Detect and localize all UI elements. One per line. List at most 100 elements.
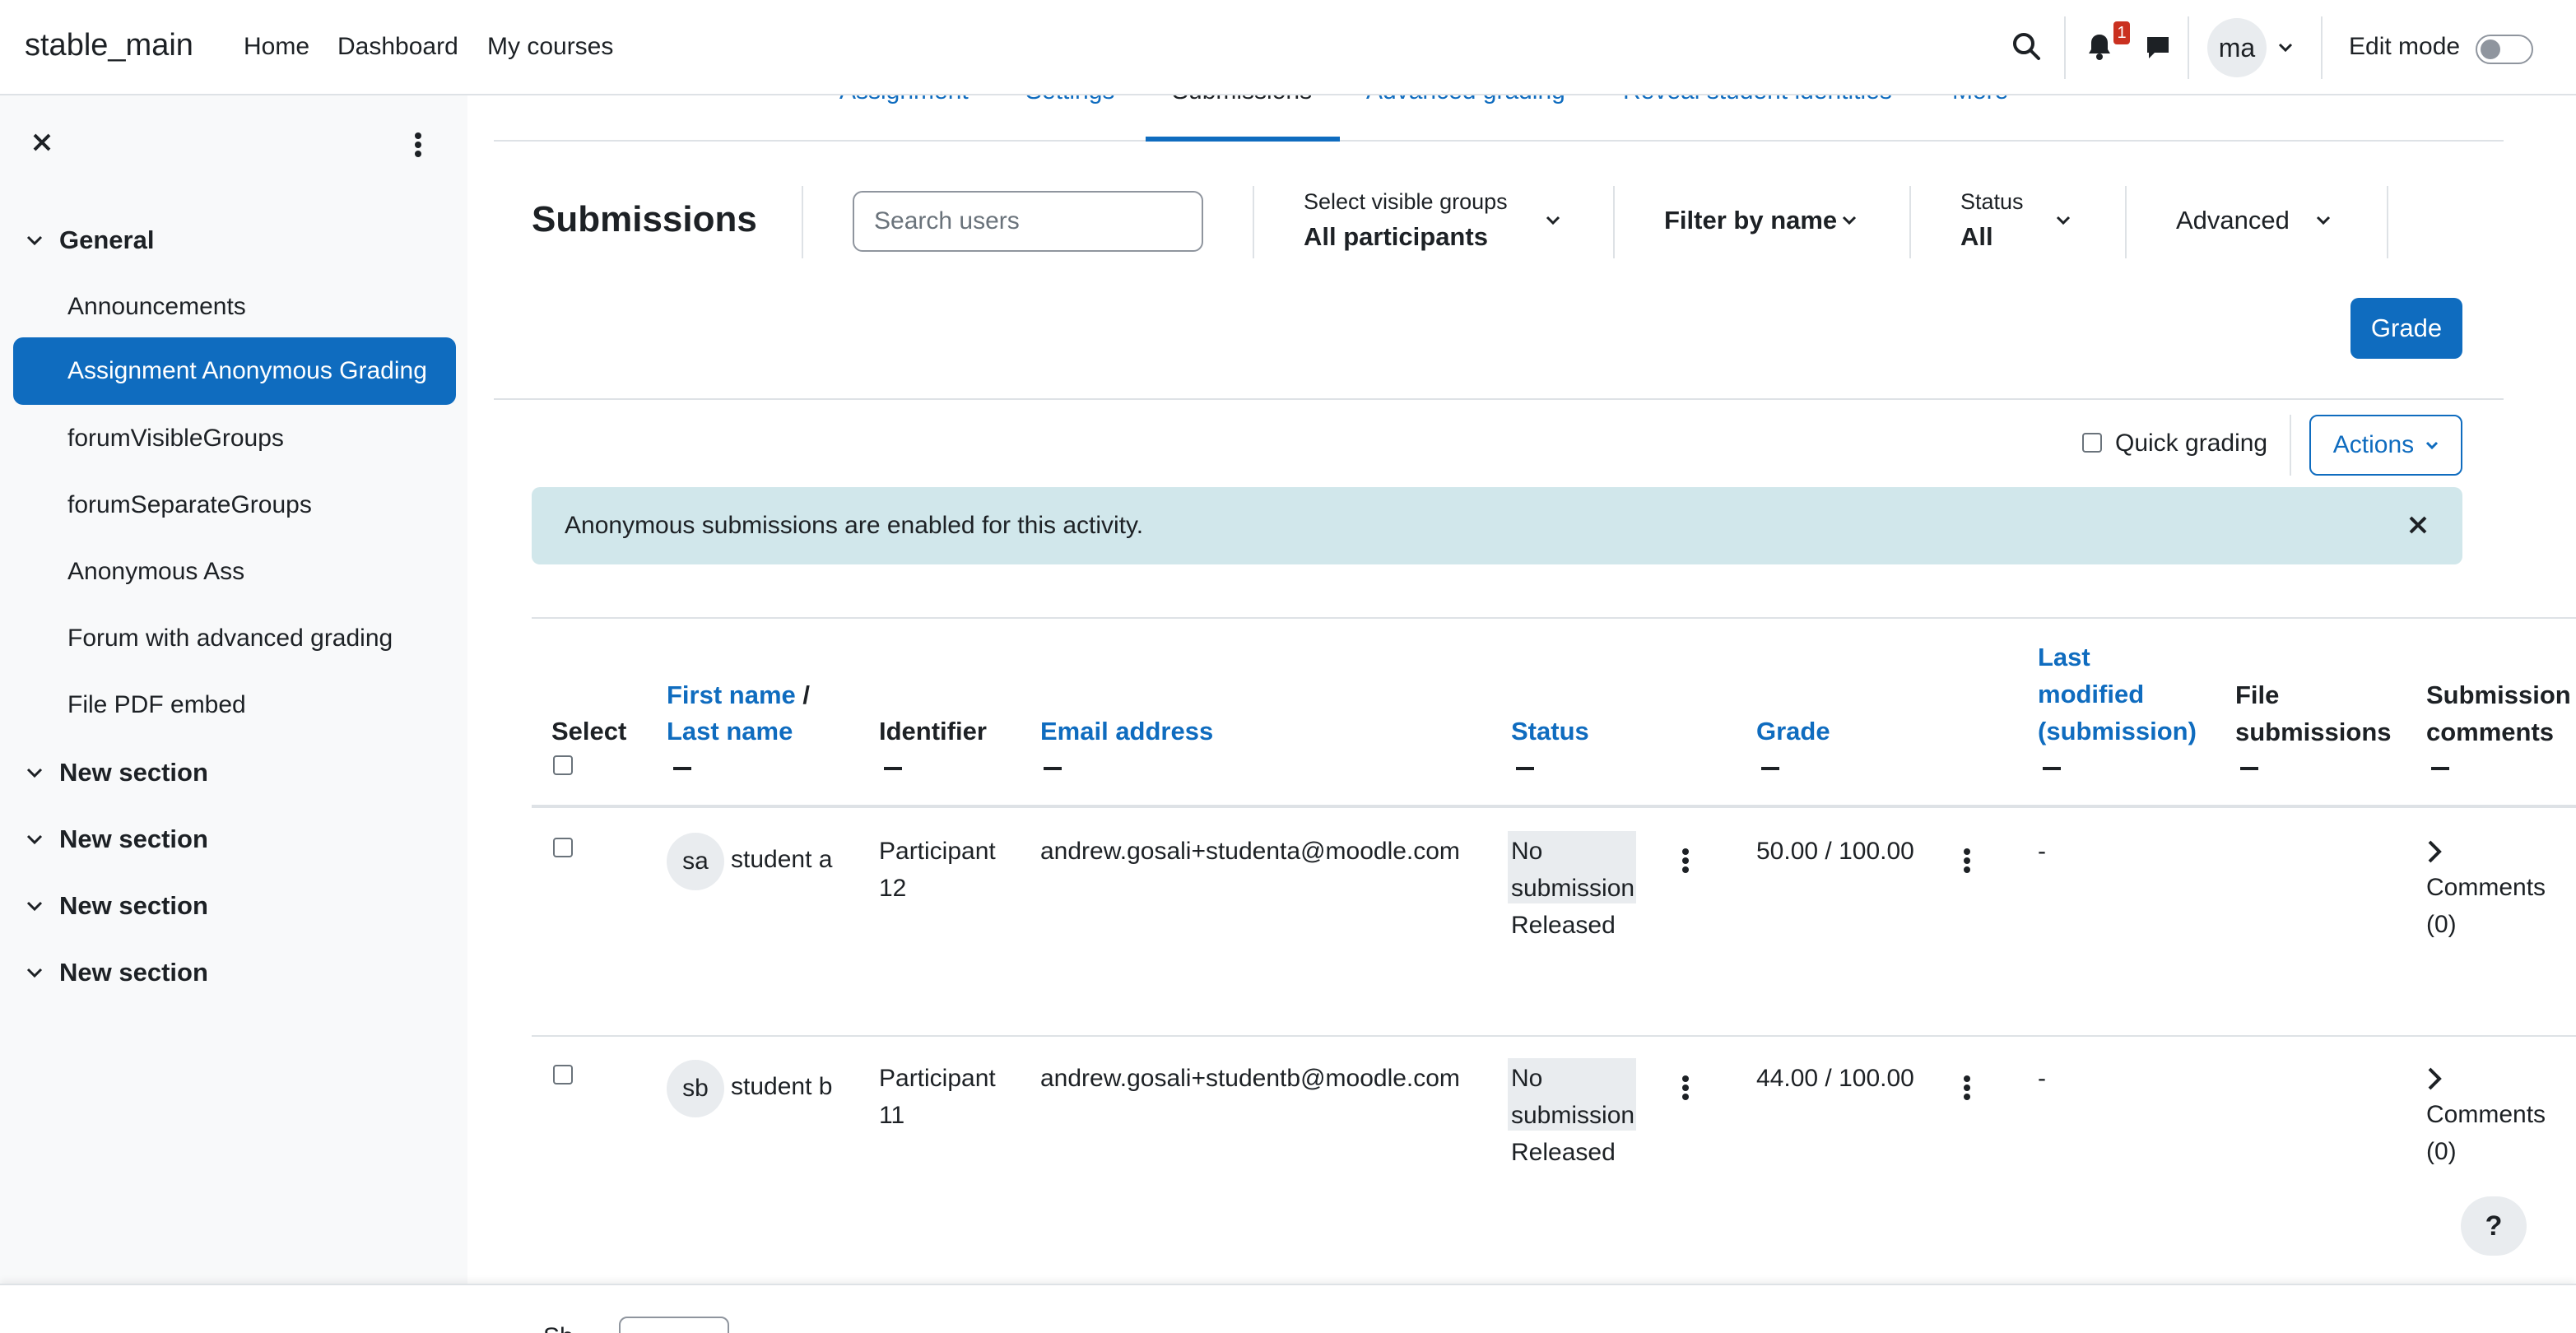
close-icon[interactable]: [31, 132, 53, 153]
chevron-down-icon: [2056, 216, 2071, 225]
toolbar-divider: [2125, 186, 2127, 258]
tab-more[interactable]: More: [1952, 95, 2008, 105]
sort-last-name-link[interactable]: Last name: [667, 713, 793, 750]
activity-file-pdf-embed[interactable]: File PDF embed: [67, 691, 246, 719]
column-header-email[interactable]: Email address: [1040, 713, 1213, 750]
alert-message: Anonymous submissions are enabled for th…: [565, 512, 1144, 539]
collapse-column-icon[interactable]: [2240, 767, 2258, 770]
avatar: sa: [667, 833, 724, 890]
filter-by-name-label: Filter by name: [1664, 206, 1838, 235]
last-modified-cell: -: [2038, 838, 2046, 865]
bell-icon[interactable]: [2087, 33, 2112, 61]
comments-link[interactable]: Comments (0): [2426, 1096, 2546, 1170]
actions-button[interactable]: Actions: [2309, 415, 2462, 476]
collapse-column-icon[interactable]: [884, 767, 902, 770]
chevron-right-icon[interactable]: [2426, 1066, 2443, 1091]
navbar-divider: [2321, 16, 2323, 79]
chevron-right-icon[interactable]: [2426, 839, 2443, 864]
user-avatar[interactable]: ma: [2207, 18, 2267, 77]
activity-assignment-anonymous-grading[interactable]: Assignment Anonymous Grading: [13, 337, 456, 405]
toolbar-divider: [2387, 186, 2388, 258]
search-users-input[interactable]: Search users: [853, 191, 1203, 252]
activity-announcements[interactable]: Announcements: [67, 293, 246, 321]
section-title: New section: [59, 824, 208, 853]
nav-link-my-courses[interactable]: My courses: [487, 33, 613, 61]
kebab-icon[interactable]: [413, 132, 423, 158]
chevron-down-icon: [1546, 216, 1560, 225]
comments-line: Comments: [2426, 874, 2546, 901]
nav-link-dashboard[interactable]: Dashboard: [337, 33, 458, 61]
sort-first-name-link[interactable]: First name: [667, 680, 796, 709]
identifier-line: 12: [879, 875, 907, 902]
tab-submissions[interactable]: Submissions: [1172, 95, 1312, 105]
edit-mode-toggle[interactable]: [2476, 35, 2533, 64]
header-line: modified: [2038, 680, 2145, 708]
row-select-checkbox[interactable]: [553, 838, 573, 857]
close-icon[interactable]: [2408, 515, 2428, 535]
nav-link-home[interactable]: Home: [244, 33, 309, 61]
tab-settings[interactable]: Settings: [1025, 95, 1114, 105]
student-name-link[interactable]: student a: [731, 841, 832, 878]
email-cell: andrew.gosali+studenta@moodle.com: [1040, 838, 1460, 865]
column-header-status[interactable]: Status: [1511, 713, 1589, 750]
activity-forum-advanced-grading[interactable]: Forum with advanced grading: [67, 625, 393, 653]
select-all-checkbox[interactable]: [553, 755, 573, 775]
section-new-section-2[interactable]: New section: [26, 824, 208, 854]
status-menu-kebab-icon[interactable]: [1681, 848, 1690, 874]
chevron-down-icon[interactable]: [2278, 43, 2293, 53]
identifier-cell: Participant 11: [879, 1060, 996, 1134]
collapse-column-icon[interactable]: [2043, 767, 2061, 770]
last-modified-cell: -: [2038, 1065, 2046, 1092]
status-menu-kebab-icon[interactable]: [1681, 1075, 1690, 1101]
activity-forum-separate-groups[interactable]: forumSeparateGroups: [67, 491, 312, 519]
groups-label: Select visible groups: [1304, 189, 1508, 214]
grade-menu-kebab-icon[interactable]: [1962, 1075, 1972, 1101]
student-name-link[interactable]: student b: [731, 1068, 832, 1105]
chevron-down-icon: [2425, 441, 2439, 449]
collapse-column-icon[interactable]: [673, 767, 691, 770]
grade-button[interactable]: Grade: [2350, 298, 2462, 359]
page-title: Submissions: [532, 199, 757, 239]
column-header-select: Select: [551, 717, 627, 745]
tab-advanced-grading[interactable]: Advanced grading: [1366, 95, 1565, 105]
site-brand[interactable]: stable_main: [25, 28, 193, 63]
help-button[interactable]: ?: [2461, 1196, 2527, 1256]
collapse-column-icon[interactable]: [1044, 767, 1062, 770]
actions-label: Actions: [2332, 431, 2415, 458]
activity-anonymous-ass[interactable]: Anonymous Ass: [67, 558, 244, 586]
header-line: File: [2235, 680, 2280, 709]
column-header-grade[interactable]: Grade: [1756, 713, 1830, 750]
section-new-section-1[interactable]: New section: [26, 758, 208, 787]
activity-forum-visible-groups[interactable]: forumVisibleGroups: [67, 425, 284, 453]
status-line: submission: [1511, 875, 1635, 902]
tab-reveal-student-identities[interactable]: Reveal student identities: [1623, 95, 1892, 105]
comments-link[interactable]: Comments (0): [2426, 869, 2546, 943]
tab-assignment[interactable]: Assignment: [839, 95, 969, 105]
toolbar-divider: [1909, 186, 1911, 258]
section-new-section-3[interactable]: New section: [26, 891, 208, 921]
collapse-column-icon[interactable]: [1761, 767, 1779, 770]
search-icon[interactable]: [2011, 31, 2041, 61]
collapse-column-icon[interactable]: [2431, 767, 2449, 770]
grade-menu-kebab-icon[interactable]: [1962, 848, 1972, 874]
column-header-file-submissions: File submissions: [2235, 676, 2392, 750]
section-general[interactable]: General: [26, 225, 154, 255]
footer-label: Sh: [543, 1323, 574, 1333]
message-icon[interactable]: [2145, 35, 2171, 61]
status-value: All: [1960, 222, 1993, 251]
column-header-last-modified[interactable]: Last modified (submission): [2038, 639, 2197, 750]
row-select-checkbox[interactable]: [553, 1065, 573, 1085]
chevron-down-icon: [26, 900, 43, 912]
quick-grading-checkbox[interactable]: [2082, 433, 2102, 453]
header-line: comments: [2426, 718, 2555, 746]
chevron-down-icon: [1842, 216, 1857, 225]
footer-select[interactable]: [619, 1317, 729, 1333]
divider: [532, 617, 2576, 619]
header-line: (submission): [2038, 717, 2197, 745]
section-new-section-4[interactable]: New section: [26, 958, 208, 987]
toggle-knob: [2481, 39, 2500, 59]
column-header-name: First name /: [667, 676, 810, 713]
section-title: General: [59, 225, 155, 254]
identifier-line: 11: [879, 1102, 905, 1129]
collapse-column-icon[interactable]: [1516, 767, 1534, 770]
